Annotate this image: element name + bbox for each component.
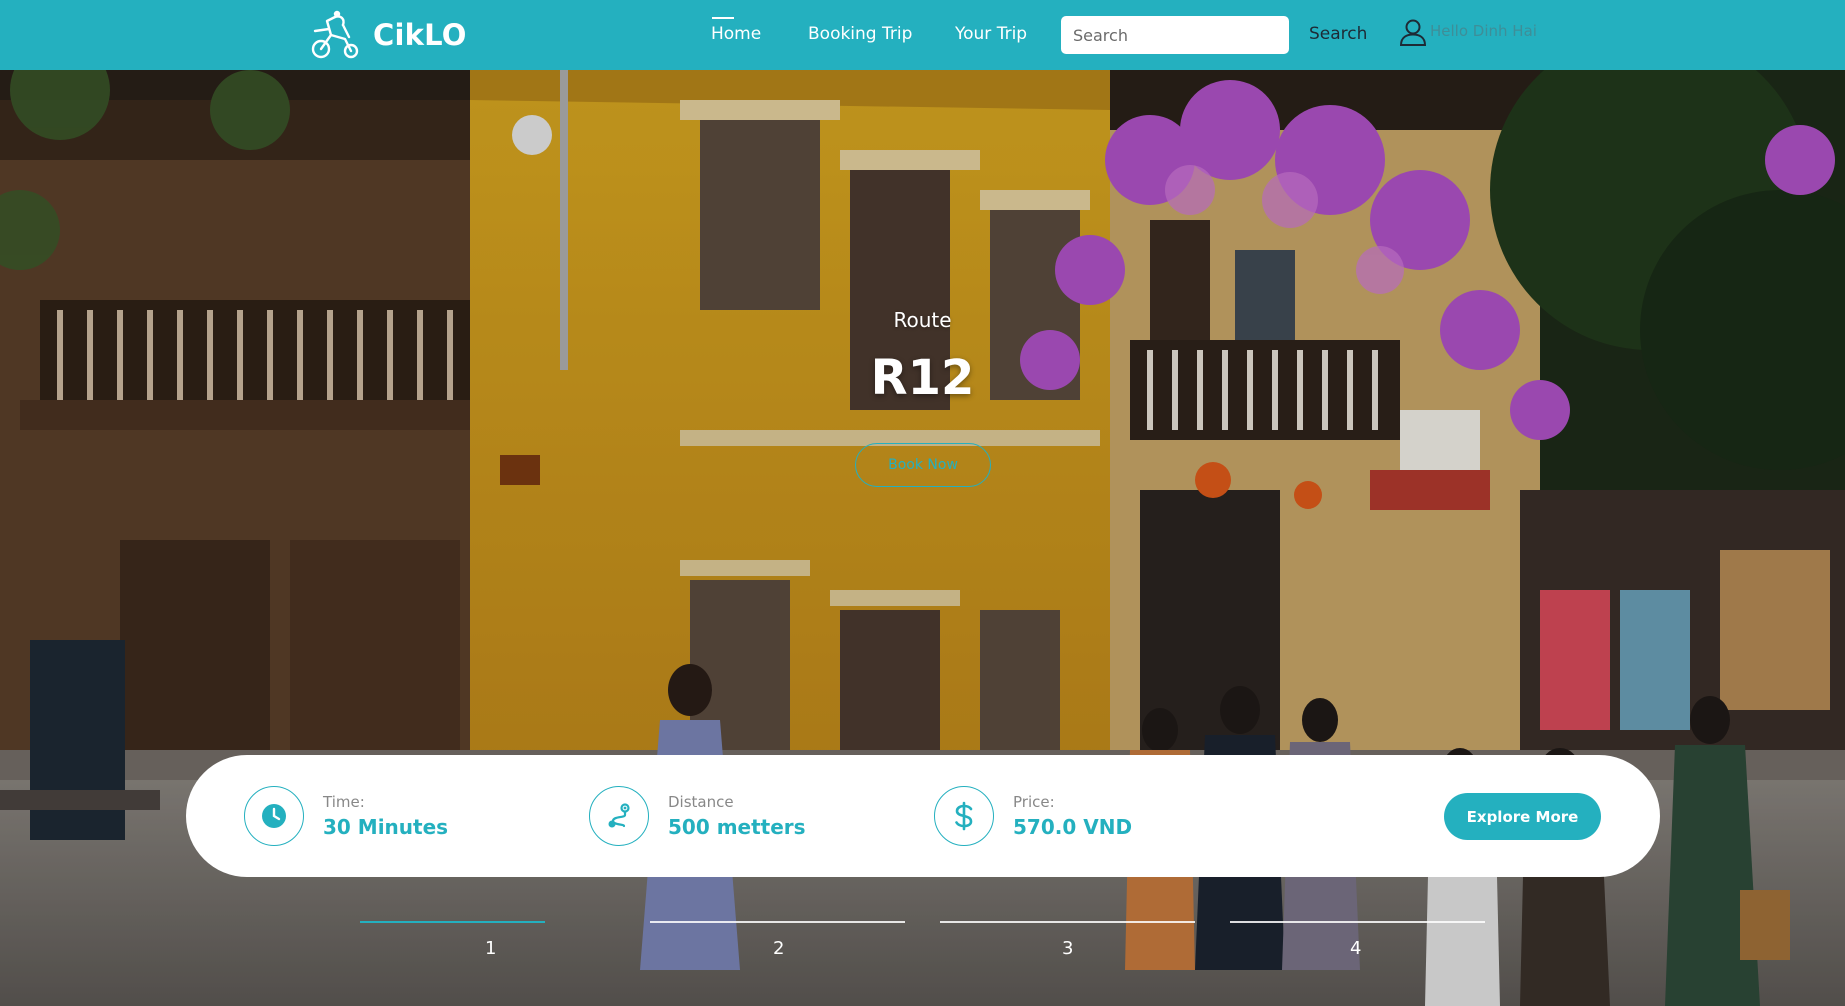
slide-page-2[interactable]: 2 <box>773 938 784 959</box>
slide-progress-bar-1 <box>360 921 545 923</box>
user-menu[interactable]: Hello Dinh Hai <box>1398 17 1537 47</box>
time-value: 30 Minutes <box>323 815 449 839</box>
time-label: Time: <box>323 793 365 811</box>
top-navbar: CikLO Home Booking Trip Your Trip Search… <box>0 0 1845 70</box>
brand-logo[interactable]: CikLO <box>305 10 467 60</box>
info-time: Time: 30 Minutes <box>244 786 448 846</box>
cyclo-rider-icon <box>311 10 359 59</box>
slide-page-1[interactable]: 1 <box>485 938 496 959</box>
route-info-card: Time: 30 Minutes Distance 500 metters Pr… <box>186 755 1660 877</box>
clock-icon <box>244 786 304 846</box>
user-greeting: Hello Dinh Hai <box>1430 22 1537 40</box>
nav-your-trip[interactable]: Your Trip <box>955 24 1027 44</box>
price-label: Price: <box>1013 793 1055 811</box>
info-price: Price: 570.0 VND <box>934 786 1132 846</box>
slide-progress-bar-4 <box>1230 921 1485 923</box>
price-value: 570.0 VND <box>1013 815 1133 839</box>
search-button[interactable]: Search <box>1309 24 1367 44</box>
route-subtitle: Route <box>893 308 952 332</box>
dollar-icon <box>934 786 994 846</box>
slide-page-3[interactable]: 3 <box>1062 938 1073 959</box>
nav-home[interactable]: Home <box>711 17 762 44</box>
nav-home-label: Home <box>711 24 762 44</box>
slide-progress-bar-2 <box>650 921 905 923</box>
active-indicator <box>712 17 734 19</box>
brand-name: CikLO <box>373 18 467 52</box>
search-input[interactable] <box>1061 16 1289 54</box>
distance-value: 500 metters <box>668 815 806 839</box>
slide-page-4[interactable]: 4 <box>1350 938 1361 959</box>
nav-booking-trip[interactable]: Booking Trip <box>808 24 912 44</box>
book-now-button[interactable]: Book Now <box>855 443 991 487</box>
info-distance: Distance 500 metters <box>589 786 806 846</box>
slide-progress-bar-3 <box>940 921 1195 923</box>
explore-more-button[interactable]: Explore More <box>1444 793 1601 840</box>
user-icon <box>1399 19 1427 46</box>
route-icon <box>589 786 649 846</box>
route-title: R12 <box>870 350 975 406</box>
distance-label: Distance <box>668 793 734 811</box>
